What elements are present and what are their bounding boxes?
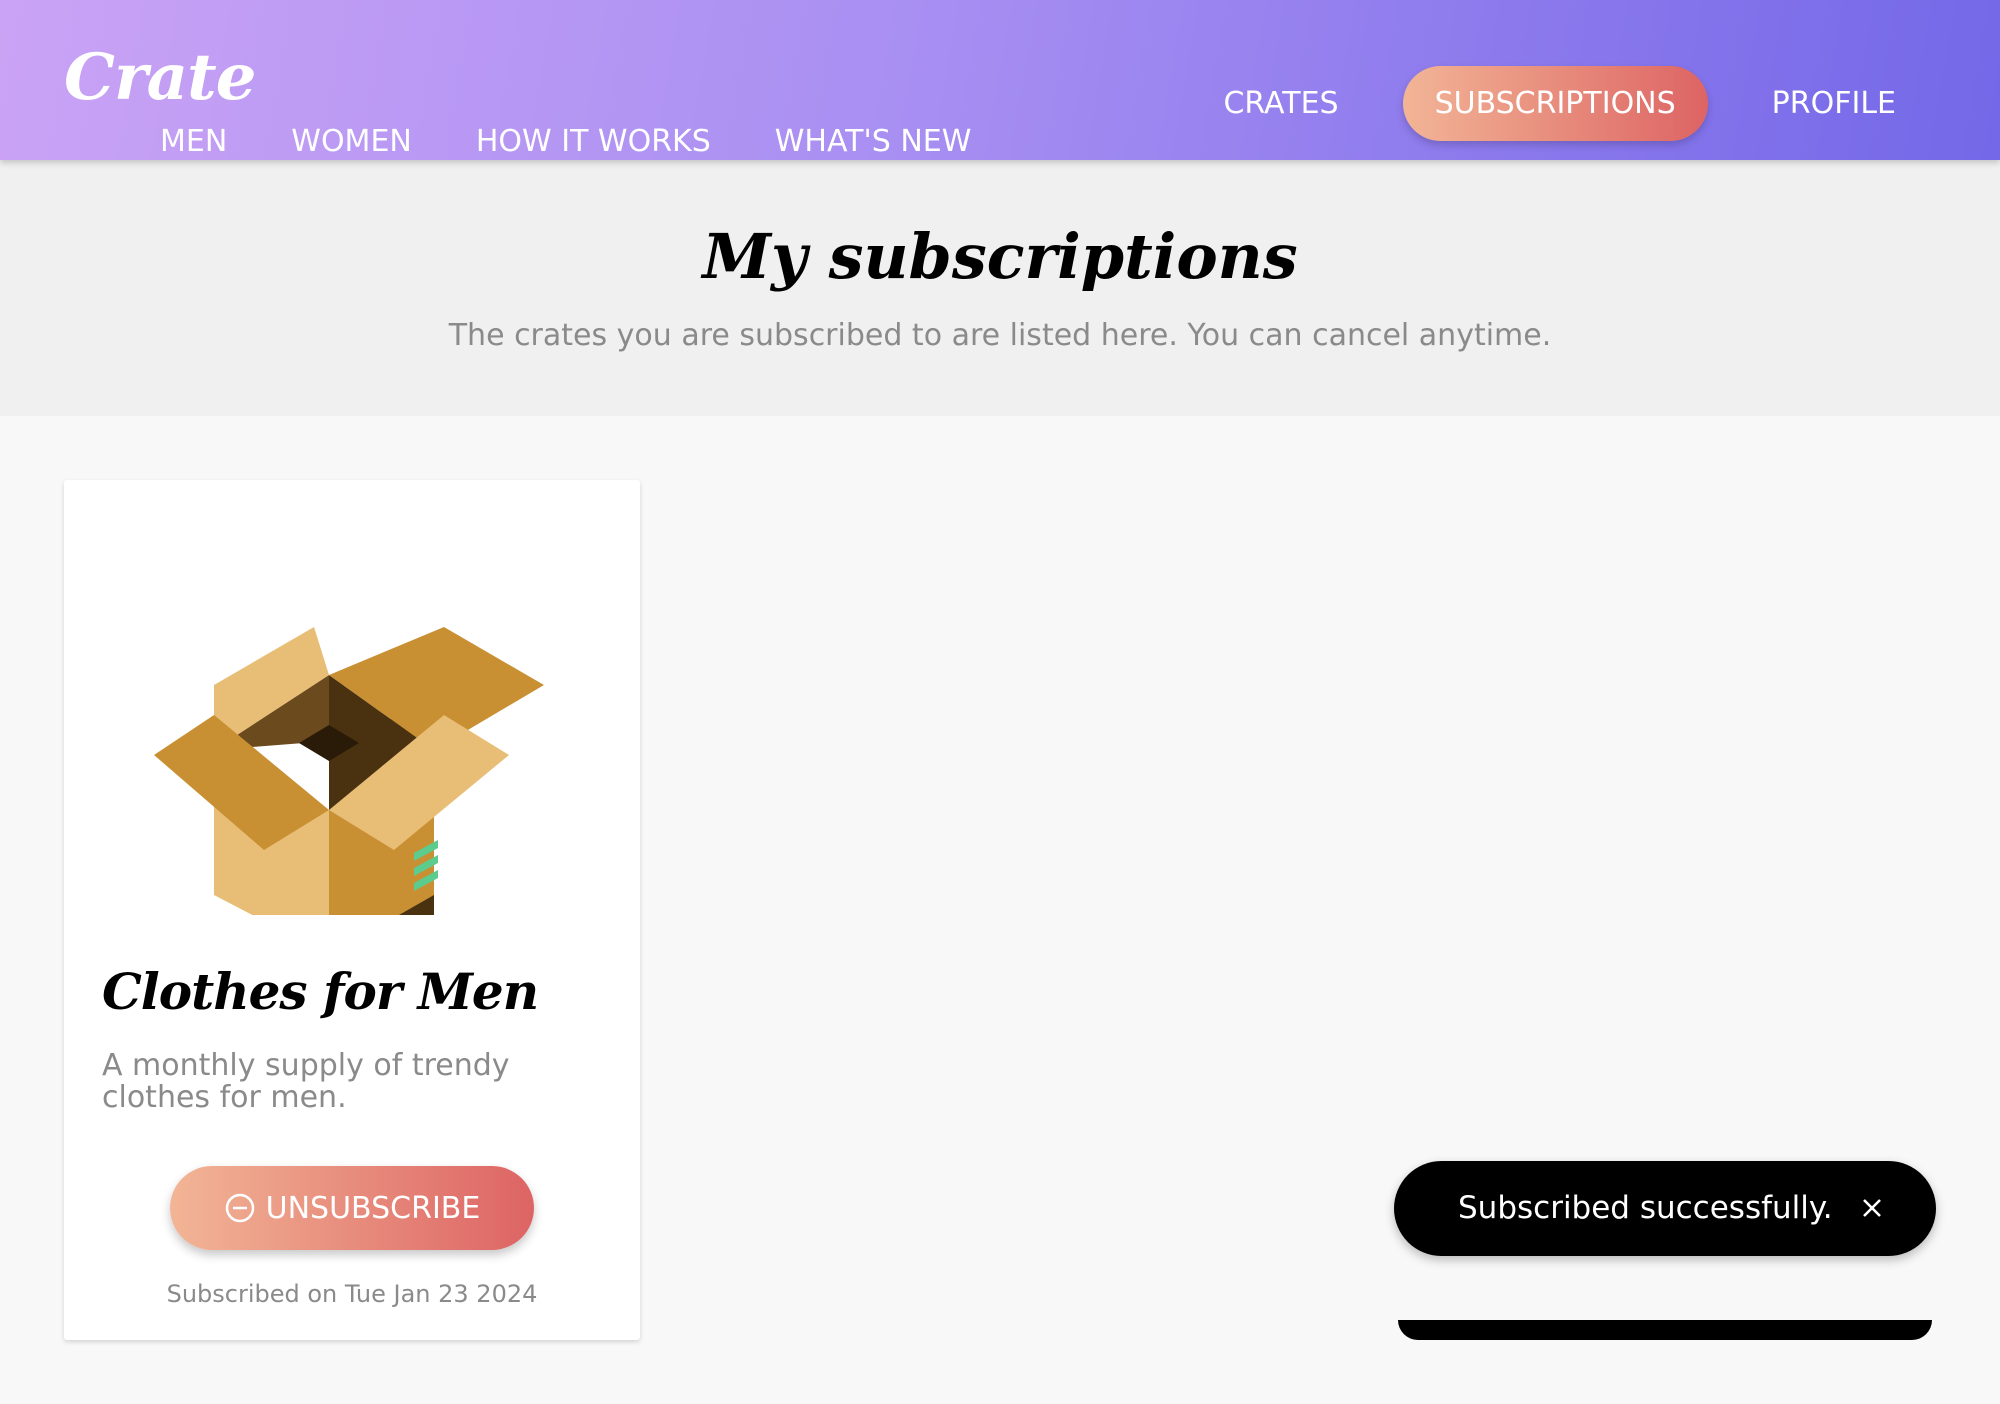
page-subtitle: The crates you are subscribed to are lis… (448, 318, 1552, 353)
top-header: Crate Men Women How it works What's new … (0, 0, 2000, 160)
page-title: My subscriptions (702, 220, 1298, 293)
toast-message: Subscribed successfully. (1458, 1190, 1833, 1226)
nav-link-crates[interactable]: Crates (1191, 66, 1370, 141)
primary-nav: Men Women How it works What's new (160, 124, 971, 159)
account-nav: Crates Subscriptions Profile (1191, 66, 1928, 141)
nav-link-how-it-works[interactable]: How it works (476, 124, 711, 159)
subscribed-date: Subscribed on Tue Jan 23 2024 (166, 1280, 538, 1308)
nav-link-women[interactable]: Women (291, 124, 412, 159)
unsubscribe-label: Unsubscribe (265, 1190, 481, 1226)
stacked-toast (1398, 1320, 1932, 1340)
subscription-card: Clothes for Men A monthly supply of tren… (64, 480, 640, 1340)
minus-circle-icon (225, 1193, 254, 1223)
nav-link-subscriptions[interactable]: Subscriptions (1402, 66, 1708, 141)
unsubscribe-button[interactable]: Unsubscribe (170, 1166, 534, 1250)
app-logo[interactable]: Crate (64, 40, 256, 115)
crate-title: Clothes for Men (102, 962, 539, 1021)
crate-description: A monthly supply of trendy clothes for m… (102, 1048, 510, 1115)
nav-link-profile[interactable]: Profile (1740, 66, 1928, 141)
page-hero: My subscriptions The crates you are subs… (0, 160, 2000, 416)
close-icon[interactable] (1856, 1192, 1888, 1224)
open-box-icon (154, 627, 544, 915)
nav-link-whats-new[interactable]: What's new (775, 124, 972, 159)
nav-link-men[interactable]: Men (160, 124, 227, 159)
toast-notification: Subscribed successfully. (1394, 1161, 1936, 1256)
